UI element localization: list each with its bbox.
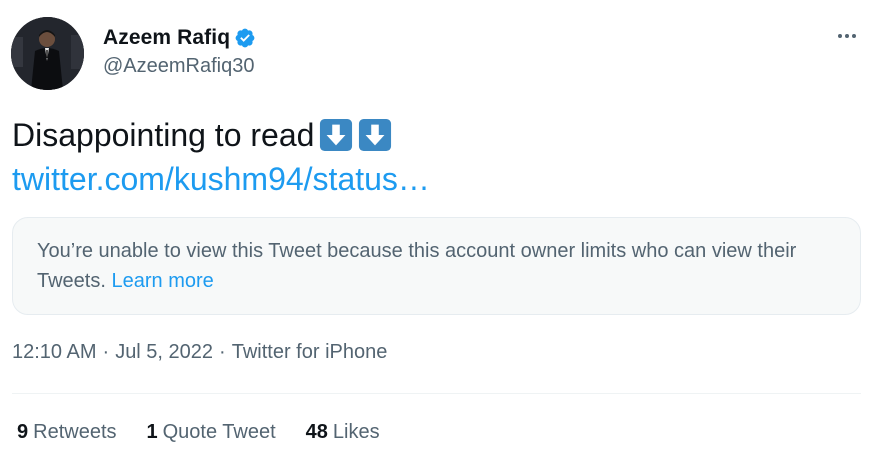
down-arrow-emoji-icon <box>319 118 353 152</box>
avatar-image <box>11 17 84 90</box>
down-arrow-emoji-icon <box>358 118 392 152</box>
tweet-meta: 12:10 AM · Jul 5, 2022 · Twitter for iPh… <box>12 341 387 364</box>
verified-badge-icon <box>234 27 256 49</box>
tweet-text: Disappointing to read twitter.com/kushm9… <box>12 113 872 201</box>
quote-tweets-stat[interactable]: 1 Quote Tweet <box>147 421 276 444</box>
author-name-row[interactable]: Azeem Rafiq <box>103 24 256 52</box>
retweets-count: 9 <box>17 421 29 443</box>
author-handle[interactable]: @AzeemRafiq30 <box>103 55 254 78</box>
likes-stat[interactable]: 48 Likes <box>306 421 380 444</box>
meta-separator: · <box>219 341 226 363</box>
tweet-source[interactable]: Twitter for iPhone <box>232 341 388 364</box>
tweet-detail: Azeem Rafiq @AzeemRafiq30 Disappointing … <box>0 0 887 461</box>
quoted-tweet-unavailable-message: You’re unable to view this Tweet because… <box>37 236 836 296</box>
retweets-label: Retweets <box>33 421 117 443</box>
quoted-tweet-unavailable-card: You’re unable to view this Tweet because… <box>12 217 861 315</box>
more-options-icon[interactable] <box>835 24 859 48</box>
likes-label: Likes <box>332 421 380 443</box>
avatar[interactable] <box>11 17 84 90</box>
meta-separator: · <box>102 341 110 363</box>
tweet-link[interactable]: twitter.com/kushm94/status… <box>12 157 872 201</box>
author-display-name[interactable]: Azeem Rafiq <box>103 26 230 50</box>
divider <box>12 393 861 394</box>
retweets-stat[interactable]: 9 Retweets <box>17 421 117 444</box>
learn-more-link[interactable]: Learn more <box>111 270 213 292</box>
quote-tweets-count: 1 <box>146 421 158 443</box>
tweet-stats: 9 Retweets 1 Quote Tweet 48 Likes <box>17 421 410 444</box>
tweet-time[interactable]: 12:10 AM <box>12 341 97 364</box>
likes-count: 48 <box>305 421 328 443</box>
tweet-text-body: Disappointing to read <box>12 117 315 153</box>
quote-tweets-label: Quote Tweet <box>162 421 276 443</box>
tweet-date[interactable]: Jul 5, 2022 <box>115 341 213 364</box>
